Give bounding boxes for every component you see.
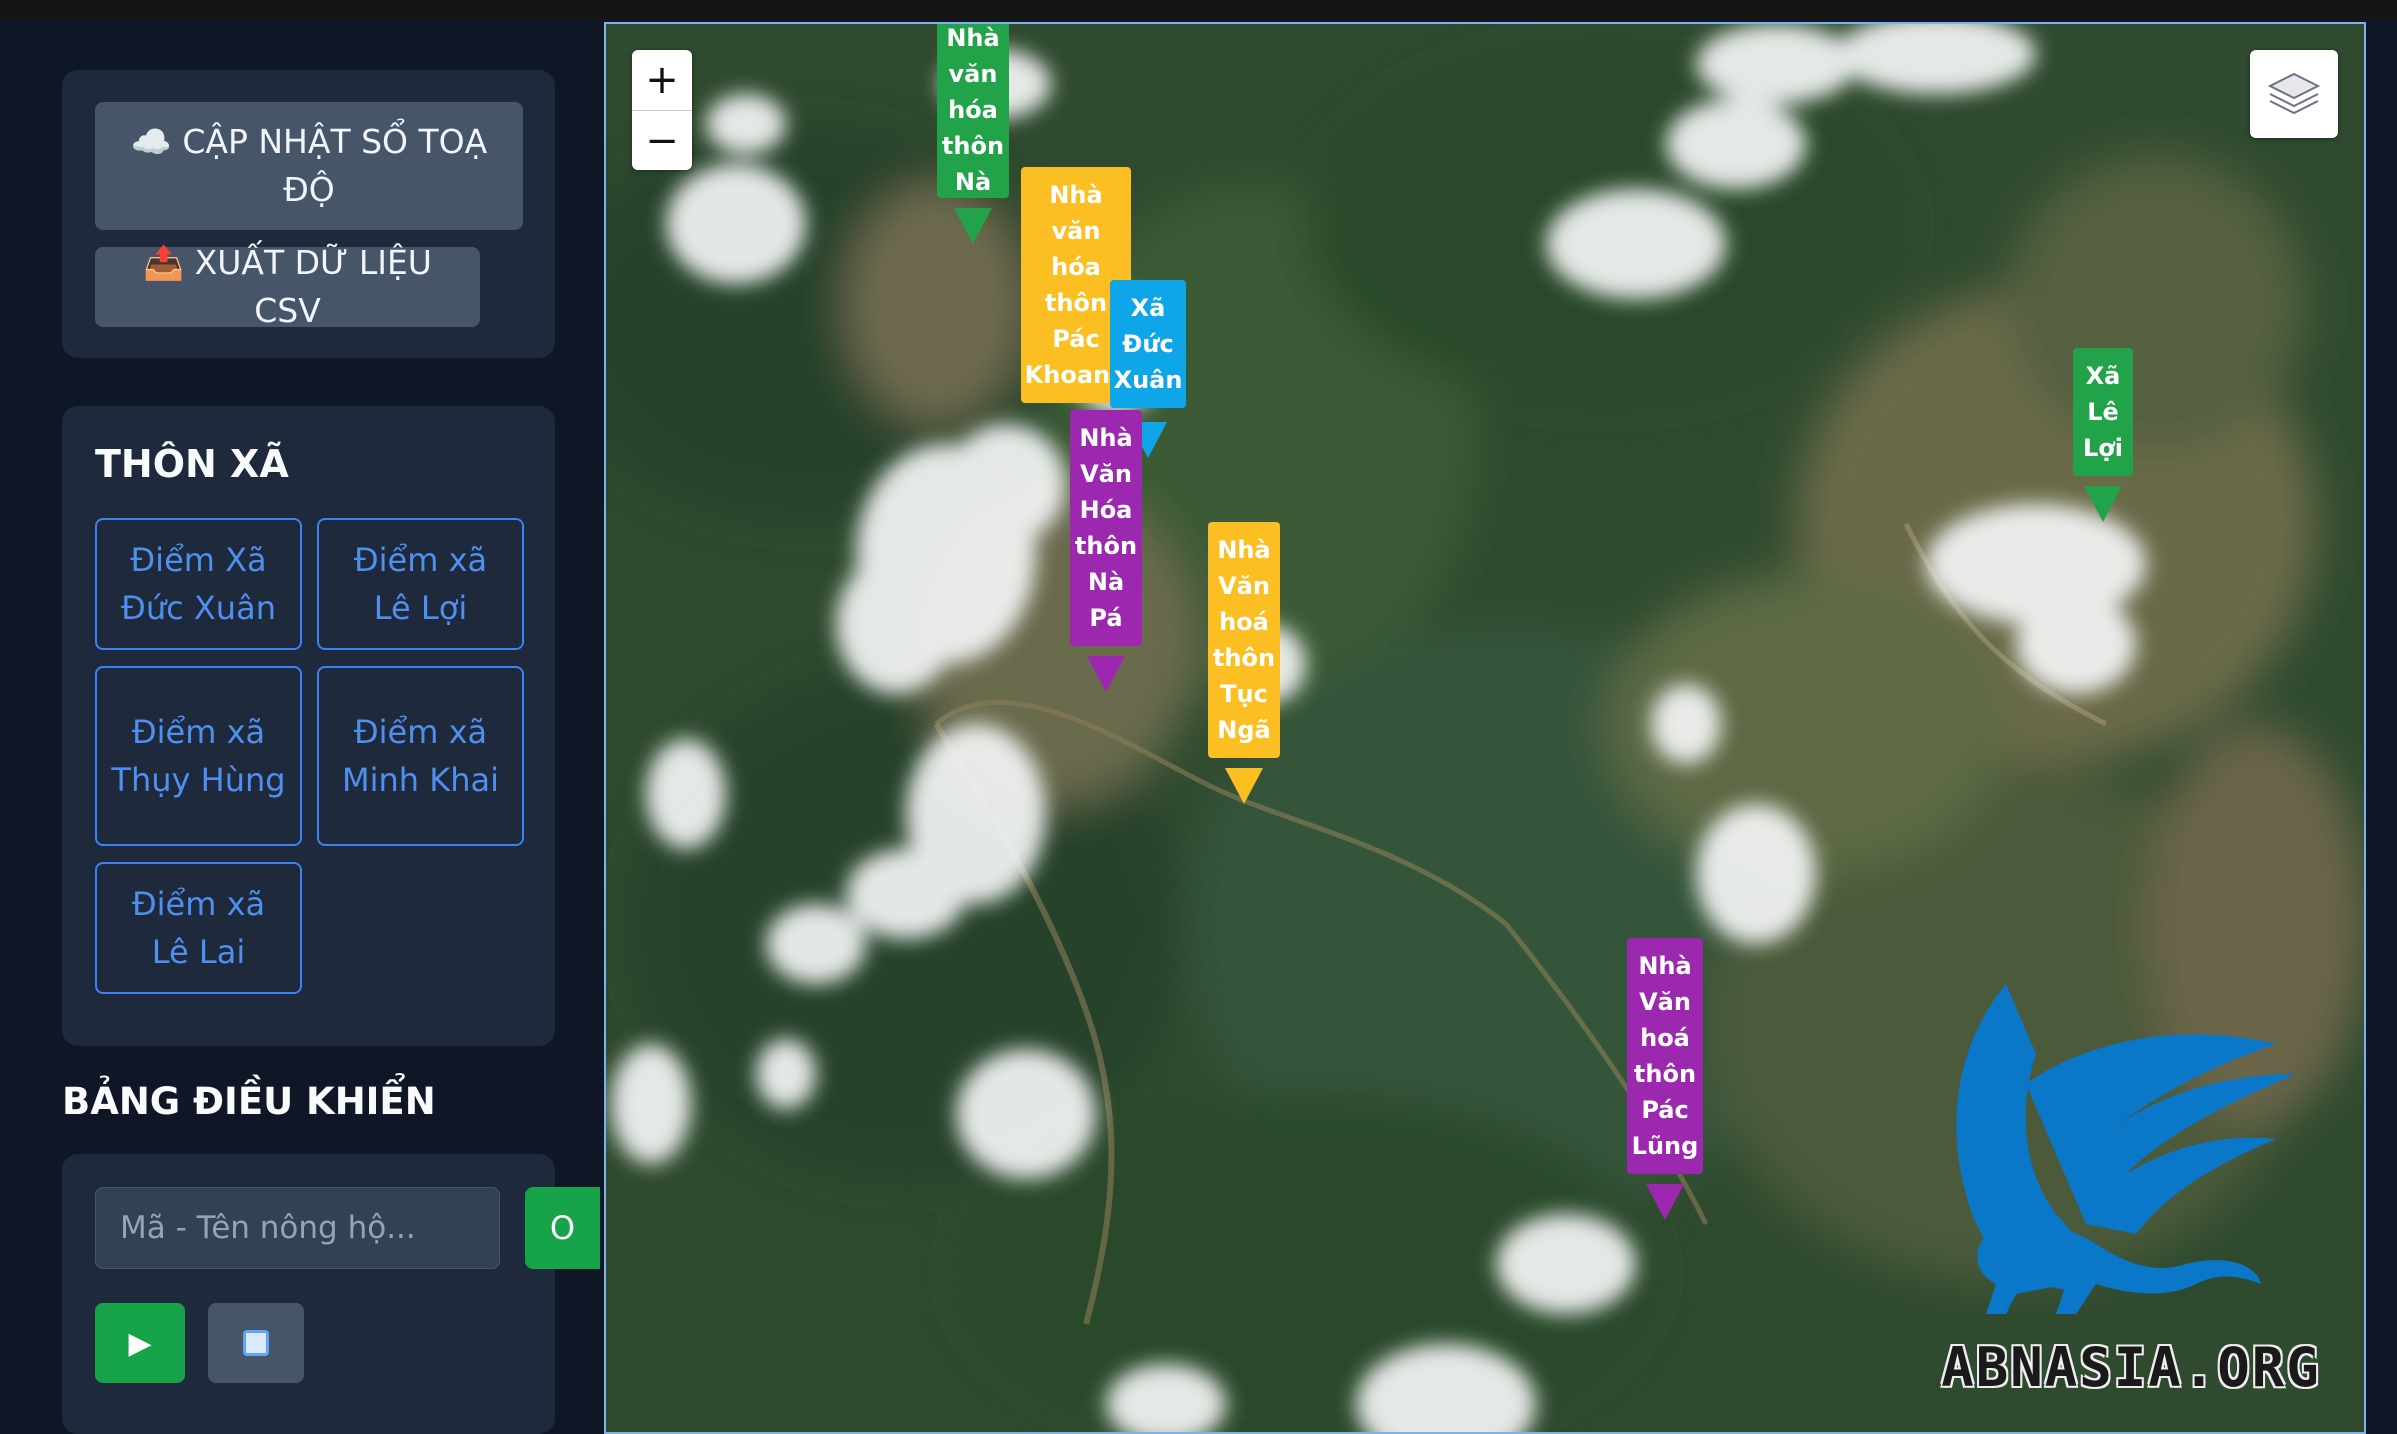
satellite-map[interactable]: + − Nhà văn hóa thôn Nà Tục Nhà văn hóa … — [604, 22, 2366, 1434]
marker-label: Nhà Văn Hóa thôn Nà Pá — [1070, 410, 1142, 646]
marker-label: Nhà Văn hoá thôn Tục Ngã — [1208, 522, 1280, 758]
location-le-loi-button[interactable]: Điểm xã Lê Lợi — [317, 518, 524, 650]
location-thuy-hung-button[interactable]: Điểm xã Thụy Hùng — [95, 666, 302, 846]
zoom-out-button[interactable]: − — [632, 111, 692, 170]
marker-label: Xã Lê Lợi — [2073, 348, 2133, 476]
marker-le-loi[interactable]: Xã Lê Lợi — [2073, 348, 2133, 522]
marker-label: Nhà văn hóa thôn Nà Tục — [937, 24, 1009, 198]
marker-label: Nhà Văn hoá thôn Pác Lũng — [1627, 938, 1703, 1174]
control-panel-title: BẢNG ĐIỀU KHIỂN — [62, 1080, 436, 1123]
marker-pin — [1087, 656, 1125, 692]
marker-pin — [1225, 768, 1263, 804]
watermark: ABNASIA.ORG — [1896, 964, 2364, 1414]
stop-icon — [243, 1330, 269, 1356]
play-button[interactable]: ▶ — [95, 1303, 185, 1383]
play-icon: ▶ — [128, 1325, 152, 1361]
stop-button[interactable] — [208, 1303, 304, 1383]
ok-button[interactable]: O — [525, 1187, 600, 1269]
marker-pac-lung[interactable]: Nhà Văn hoá thôn Pác Lũng — [1627, 938, 1703, 1220]
griffin-logo — [1956, 984, 2296, 1314]
watermark-text: ABNASIA.ORG — [1941, 1336, 2321, 1399]
actions-card: ☁️ CẬP NHẬT SỔ TOẠ ĐỘ 📤 XUẤT DỮ LIỆU CSV — [62, 70, 555, 358]
layers-icon — [2267, 72, 2321, 115]
zoom-control: + − — [632, 50, 692, 170]
marker-label: Xã Đức Xuân — [1110, 280, 1186, 408]
zoom-in-button[interactable]: + — [632, 50, 692, 111]
thon-xa-card: THÔN XÃ Điểm Xã Đức Xuân Điểm xã Lê Lợi … — [62, 406, 555, 1046]
location-duc-xuan-button[interactable]: Điểm Xã Đức Xuân — [95, 518, 302, 650]
layers-button[interactable] — [2250, 50, 2338, 138]
marker-tuc-nga[interactable]: Nhà Văn hoá thôn Tục Ngã — [1208, 522, 1280, 804]
marker-pin — [2084, 486, 2122, 522]
update-coords-button[interactable]: ☁️ CẬP NHẬT SỔ TOẠ ĐỘ — [95, 102, 523, 230]
farmer-search-input[interactable] — [95, 1187, 500, 1269]
top-bar — [0, 0, 2397, 20]
marker-na-tuc[interactable]: Nhà văn hóa thôn Nà Tục — [937, 24, 1009, 244]
marker-pin — [954, 208, 992, 244]
export-csv-button[interactable]: 📤 XUẤT DỮ LIỆU CSV — [95, 243, 480, 330]
marker-pin — [1646, 1184, 1684, 1220]
thon-xa-title: THÔN XÃ — [95, 442, 289, 486]
marker-na-pa[interactable]: Nhà Văn Hóa thôn Nà Pá — [1070, 410, 1142, 692]
location-minh-khai-button[interactable]: Điểm xã Minh Khai — [317, 666, 524, 846]
location-le-lai-button[interactable]: Điểm xã Lê Lai — [95, 862, 302, 994]
